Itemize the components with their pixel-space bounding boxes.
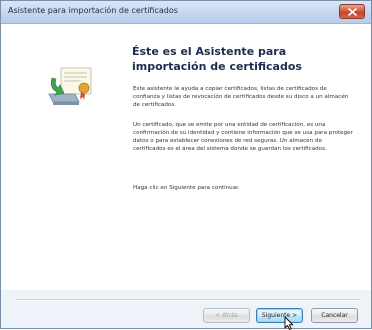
next-button[interactable]: Siguiente >: [256, 308, 303, 323]
continue-instruction: Haga clic en Siguiente para continuar.: [133, 185, 240, 191]
cancel-button[interactable]: Cancelar: [311, 308, 358, 323]
back-button[interactable]: < Atrás: [203, 308, 250, 323]
wizard-heading: Éste es el Asistente para importación de…: [132, 45, 302, 73]
window-title: Asistente para importación de certificad…: [8, 6, 178, 15]
button-separator: [15, 299, 361, 301]
close-button[interactable]: [339, 4, 365, 19]
intro-paragraph: Este asistente le ayuda a copiar certifi…: [133, 86, 349, 108]
import-certificate-wizard-window: Asistente para importación de certificad…: [0, 0, 372, 330]
mouse-pointer-icon: [284, 316, 294, 330]
title-bar[interactable]: Asistente para importación de certificad…: [1, 1, 371, 24]
wizard-content: Éste es el Asistente para importación de…: [1, 24, 371, 290]
certificate-description-paragraph: Un certificado, que se emite por una ent…: [133, 122, 353, 152]
certificate-computer-icon: [48, 67, 92, 105]
close-icon: [348, 8, 357, 16]
